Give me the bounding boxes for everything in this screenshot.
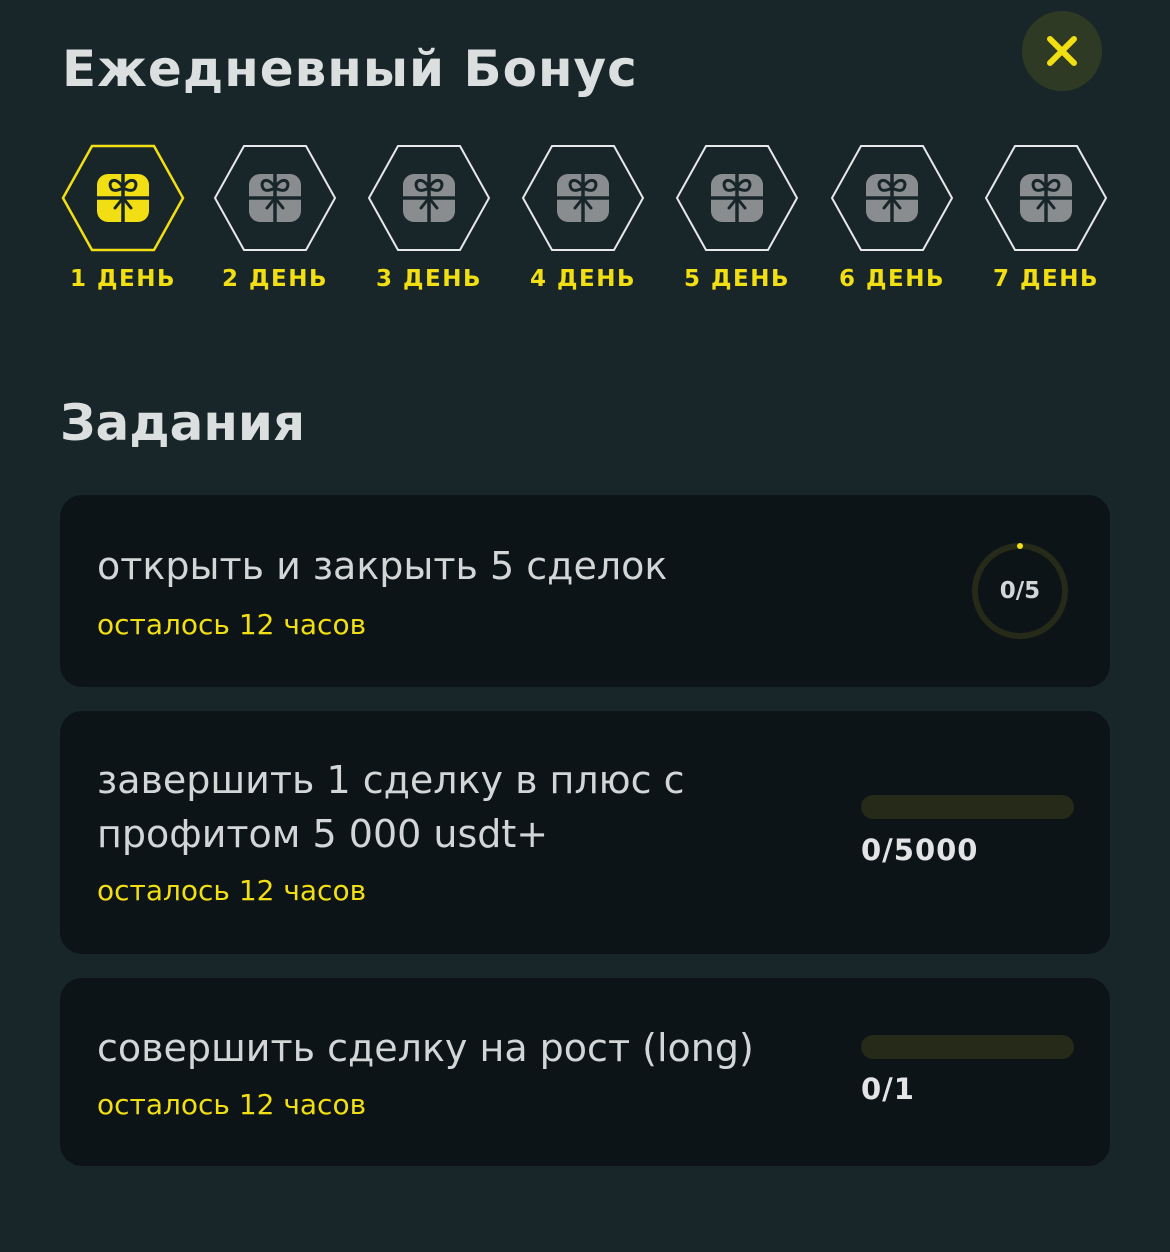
day-label: 6 ДЕНЬ [839, 266, 945, 292]
gift-icon [61, 144, 185, 252]
close-icon [1047, 36, 1077, 66]
day-label: 7 ДЕНЬ [993, 266, 1099, 292]
close-button[interactable] [1022, 11, 1102, 91]
task-title: совершить сделку на рост (long) [97, 1021, 837, 1075]
task-title-line: профитом 5 000 usdt+ [97, 812, 549, 856]
progress-text: 0/5000 [861, 833, 979, 867]
daily-bonus-days: 1 ДЕНЬ 2 ДЕНЬ 3 ДЕНЬ 4 ДЕНЬ 5 ДЕНЬ 6 ДЕН… [61, 144, 1111, 304]
day-4[interactable]: 4 ДЕНЬ [521, 144, 645, 292]
day-label: 4 ДЕНЬ [530, 266, 636, 292]
task-title: завершить 1 сделку в плюс с профитом 5 0… [97, 753, 837, 861]
gift-icon [675, 145, 799, 251]
gift-icon [521, 145, 645, 251]
progress-text: 0/1 [861, 1072, 915, 1106]
day-label: 3 ДЕНЬ [376, 266, 482, 292]
task-title: открыть и закрыть 5 сделок [97, 539, 837, 593]
page-title: Ежедневный Бонус [62, 40, 638, 98]
task-time-left: осталось 12 часов [97, 608, 367, 641]
gift-icon [367, 145, 491, 251]
gift-icon [830, 145, 954, 251]
gift-icon [984, 145, 1108, 251]
task-title-line: завершить 1 сделку в плюс с [97, 758, 685, 802]
day-3[interactable]: 3 ДЕНЬ [367, 144, 491, 292]
task-title-line: совершить сделку на рост (long) [97, 1026, 754, 1070]
day-label: 2 ДЕНЬ [222, 266, 328, 292]
progress-bar [861, 795, 1074, 819]
day-label: 1 ДЕНЬ [70, 266, 176, 292]
gift-icon [213, 145, 337, 251]
day-label: 5 ДЕНЬ [684, 266, 790, 292]
task-time-left: осталось 12 часов [97, 874, 367, 907]
task-card[interactable]: открыть и закрыть 5 сделок осталось 12 ч… [60, 495, 1110, 687]
day-2[interactable]: 2 ДЕНЬ [213, 144, 337, 292]
task-card[interactable]: совершить сделку на рост (long) осталось… [60, 978, 1110, 1166]
task-card[interactable]: завершить 1 сделку в плюс с профитом 5 0… [60, 711, 1110, 954]
day-1[interactable]: 1 ДЕНЬ [61, 144, 185, 292]
day-6[interactable]: 6 ДЕНЬ [830, 144, 954, 292]
day-7[interactable]: 7 ДЕНЬ [984, 144, 1108, 292]
task-time-left: осталось 12 часов [97, 1088, 367, 1121]
day-5[interactable]: 5 ДЕНЬ [675, 144, 799, 292]
progress-bar [861, 1035, 1074, 1059]
tasks-section-title: Задания [60, 394, 306, 452]
task-title-line: открыть и закрыть 5 сделок [97, 544, 668, 588]
progress-text: 0/5 [999, 578, 1041, 604]
